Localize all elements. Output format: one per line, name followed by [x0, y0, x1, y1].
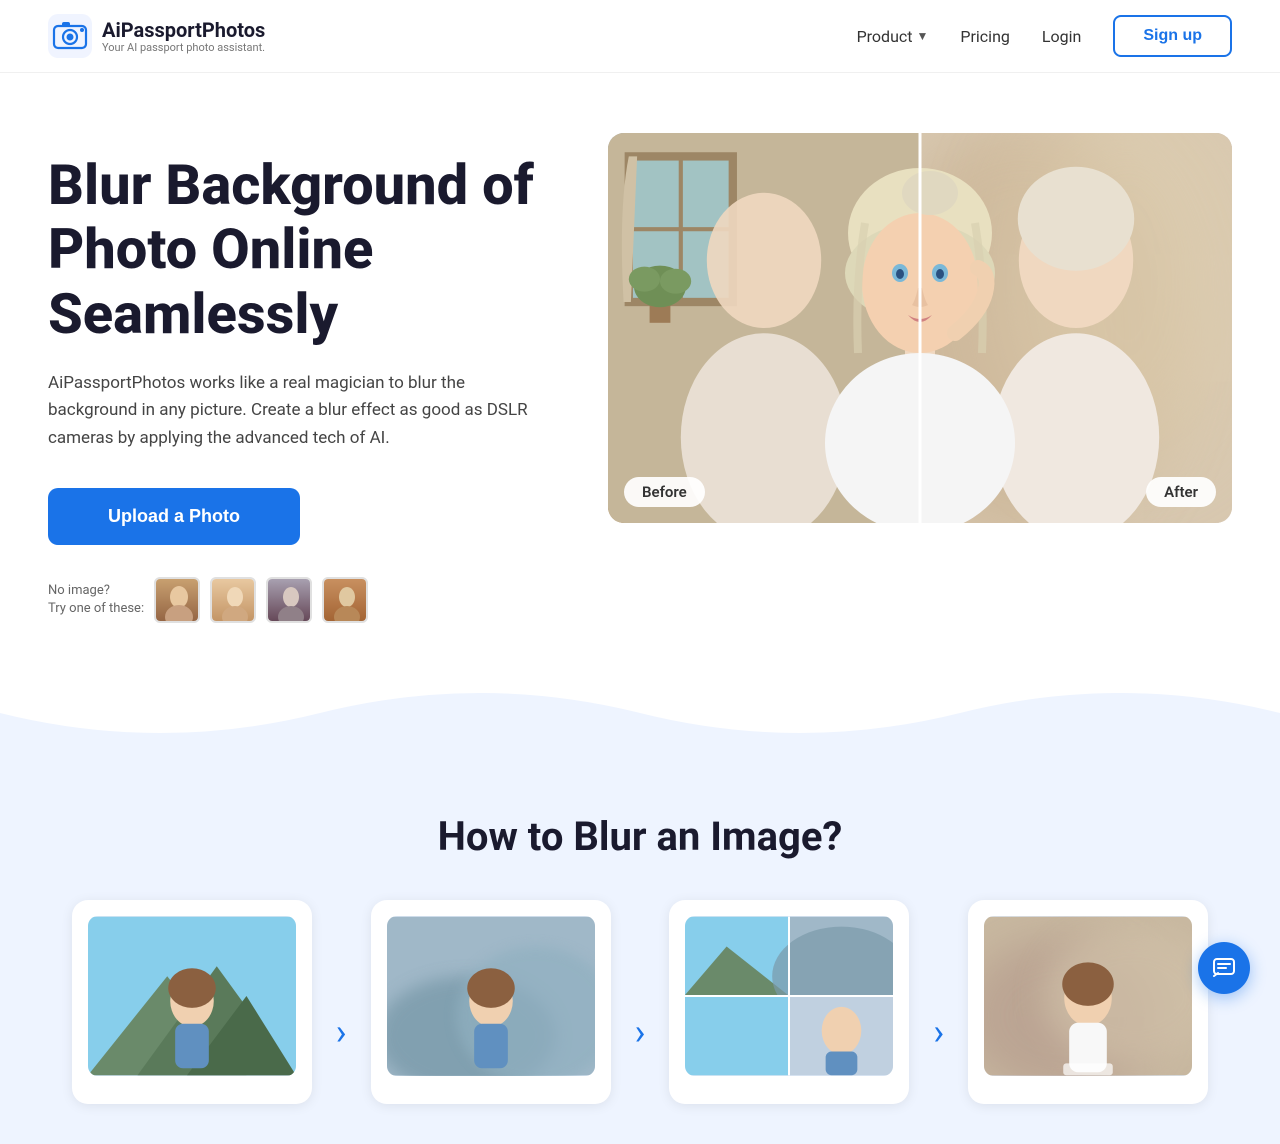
before-label: Before: [624, 477, 705, 507]
step-arrow-2: ›: [635, 900, 646, 1104]
step-image-1: [88, 916, 296, 1076]
step-card-3: [669, 900, 909, 1104]
sample-images-row: No image? Try one of these:: [48, 577, 568, 623]
how-to-section: How to Blur an Image?: [0, 753, 1280, 1144]
hero-section: Blur Background of Photo Online Seamless…: [0, 73, 1280, 663]
chevron-down-icon: ▼: [917, 29, 929, 43]
step-card-4: [968, 900, 1208, 1104]
logo-icon: [48, 14, 92, 58]
hero-left: Blur Background of Photo Online Seamless…: [48, 133, 568, 623]
thumb-img-1: [156, 579, 200, 623]
wave-svg: [0, 673, 1280, 753]
step-img-svg-4: [984, 916, 1192, 1076]
nav-product[interactable]: Product ▼: [857, 27, 929, 46]
nav-pricing[interactable]: Pricing: [960, 27, 1010, 46]
steps-row: › ›: [48, 900, 1232, 1104]
step-img-svg-3: [685, 916, 893, 1076]
step-img-svg-2: [387, 916, 595, 1076]
step-image-4: [984, 916, 1192, 1076]
sample-thumb-1[interactable]: [154, 577, 200, 623]
step-card-1: [72, 900, 312, 1104]
step-card-2: [371, 900, 611, 1104]
after-label: After: [1146, 477, 1216, 507]
split-divider: [919, 133, 922, 523]
wave-divider: [0, 673, 1280, 753]
step-image-2: [387, 916, 595, 1076]
hero-heading: Blur Background of Photo Online Seamless…: [48, 153, 568, 346]
upload-button[interactable]: Upload a Photo: [48, 488, 300, 545]
brand-tagline: Your AI passport photo assistant.: [102, 41, 265, 54]
step-arrow-1: ›: [336, 900, 347, 1104]
chat-icon: [1212, 956, 1236, 980]
hero-before-after: Before After: [608, 133, 1232, 523]
thumb-img-2: [212, 579, 256, 623]
chat-widget[interactable]: [1198, 942, 1250, 994]
sample-thumb-3[interactable]: [266, 577, 312, 623]
brand-name: AiPassportPhotos: [102, 19, 265, 41]
how-to-heading: How to Blur an Image?: [48, 813, 1232, 860]
nav-links: Product ▼ Pricing Login Sign up: [857, 15, 1232, 57]
thumb-img-3: [268, 579, 312, 623]
arrow-right-icon-1: ›: [336, 1011, 347, 1053]
signup-button[interactable]: Sign up: [1113, 15, 1232, 57]
step-img-svg-1: [88, 916, 296, 1076]
thumb-img-4: [324, 579, 368, 623]
navbar: AiPassportPhotos Your AI passport photo …: [0, 0, 1280, 73]
logo-area[interactable]: AiPassportPhotos Your AI passport photo …: [48, 14, 265, 58]
hero-description: AiPassportPhotos works like a real magic…: [48, 370, 528, 452]
step-arrow-3: ›: [933, 900, 944, 1104]
no-image-label: No image? Try one of these:: [48, 582, 144, 618]
arrow-right-icon-3: ›: [933, 1011, 944, 1053]
sample-thumb-4[interactable]: [322, 577, 368, 623]
arrow-right-icon-2: ›: [635, 1011, 646, 1053]
step-image-3: [685, 916, 893, 1076]
hero-image-area: Before After: [608, 133, 1232, 533]
nav-login[interactable]: Login: [1042, 27, 1081, 46]
sample-thumb-2[interactable]: [210, 577, 256, 623]
